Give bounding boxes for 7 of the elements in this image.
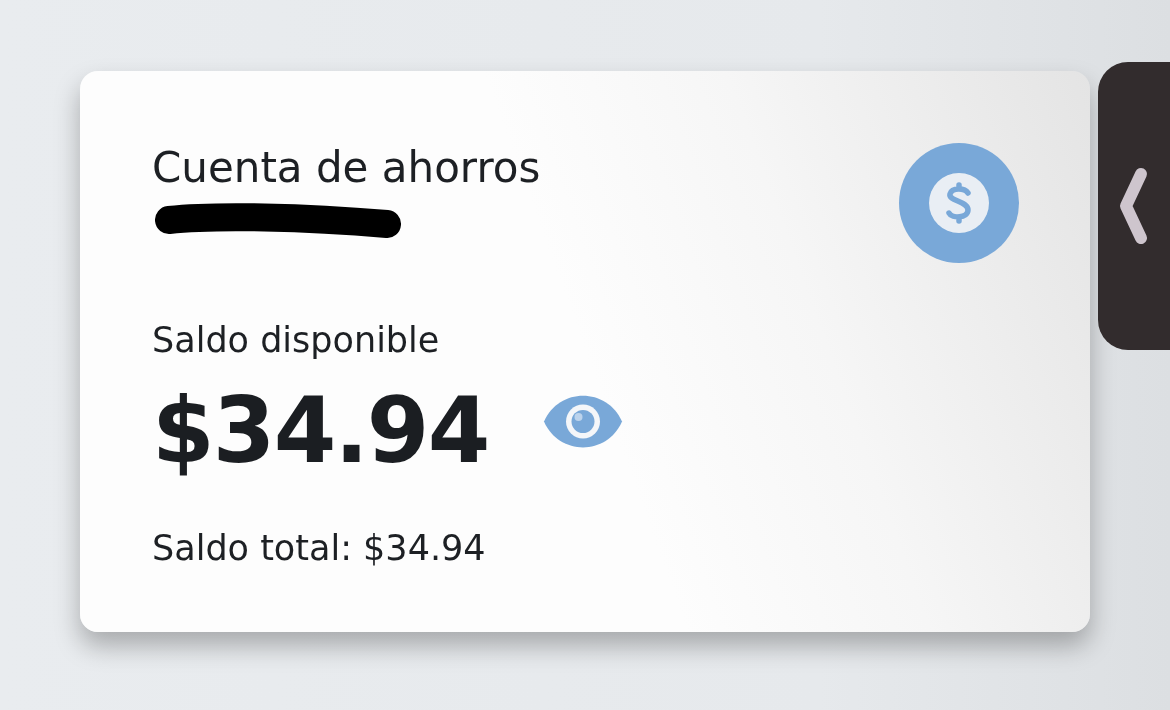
chevron-left-icon — [1119, 166, 1149, 246]
balance-amount: $34.94 — [152, 386, 489, 476]
account-title: Cuenta de ahorros — [152, 143, 541, 193]
dollar-icon — [899, 143, 1019, 263]
balance-label: Saldo disponible — [152, 319, 440, 361]
total-balance: Saldo total: $34.94 — [152, 527, 486, 569]
side-panel-tab[interactable] — [1098, 62, 1170, 350]
